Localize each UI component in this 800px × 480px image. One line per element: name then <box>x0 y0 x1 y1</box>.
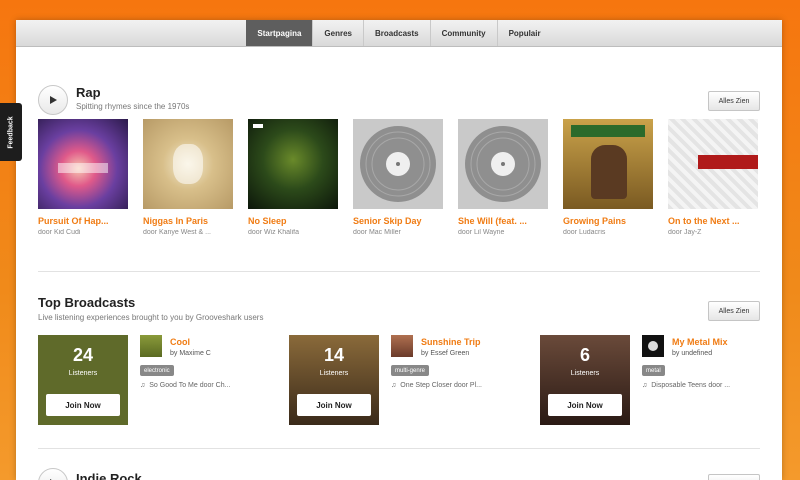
join-now-button[interactable]: Join Now <box>46 394 120 416</box>
tab-populair[interactable]: Populair <box>496 20 552 46</box>
album-artist[interactable]: door Kid Cudi <box>38 229 128 236</box>
rap-section: Rap Spitting rhymes since the 1970s Alle… <box>38 85 760 265</box>
album-cover[interactable] <box>458 119 548 209</box>
broadcast-name[interactable]: Cool <box>170 337 190 347</box>
album-artist[interactable]: door Mac Miller <box>353 229 443 236</box>
tab-broadcasts[interactable]: Broadcasts <box>363 20 430 46</box>
play-icon <box>50 96 57 104</box>
broadcast-tile[interactable]: 14 Listeners Join Now <box>289 335 379 425</box>
album-card[interactable]: No Sleep door Wiz Khalifa <box>248 119 338 236</box>
see-all-button[interactable]: Alles Zien <box>708 91 760 111</box>
album-title[interactable]: No Sleep <box>248 216 338 226</box>
section-title: Rap <box>76 85 101 100</box>
broadcast-thumbnail[interactable] <box>642 335 664 357</box>
broadcast-owner[interactable]: by undefined <box>672 350 712 357</box>
join-now-button[interactable]: Join Now <box>548 394 622 416</box>
album-title[interactable]: Pursuit Of Hap... <box>38 216 128 226</box>
album-artist[interactable]: door Lil Wayne <box>458 229 548 236</box>
play-genre-button[interactable] <box>38 85 68 115</box>
album-cover[interactable] <box>143 119 233 209</box>
album-title[interactable]: Senior Skip Day <box>353 216 443 226</box>
album-artist[interactable]: door Jay-Z <box>668 229 758 236</box>
tab-community[interactable]: Community <box>429 20 497 46</box>
join-now-button[interactable]: Join Now <box>297 394 371 416</box>
listeners-label: Listeners <box>319 370 349 377</box>
broadcast-list: 24 Listeners Join Now Cool by Maxime C e… <box>38 335 762 425</box>
broadcast-owner[interactable]: by Essef Green <box>421 350 469 357</box>
genre-tag[interactable]: multi-genre <box>391 365 430 376</box>
album-cover[interactable] <box>563 119 653 209</box>
album-card[interactable]: She Will (feat. ... door Lil Wayne <box>458 119 548 236</box>
vinyl-placeholder-icon <box>360 126 436 202</box>
album-card[interactable]: Growing Pains door Ludacris <box>563 119 653 236</box>
album-artist[interactable]: door Ludacris <box>563 229 653 236</box>
broadcast-card[interactable]: 14 Listeners Join Now Sunshine Trip by E… <box>289 335 511 425</box>
album-card[interactable]: Pursuit Of Hap... door Kid Cudi <box>38 119 128 236</box>
album-card[interactable]: Niggas In Paris door Kanye West & ... <box>143 119 233 236</box>
listeners-label: Listeners <box>570 370 600 377</box>
broadcast-tile[interactable]: 24 Listeners Join Now <box>38 335 128 425</box>
tab-startpagina[interactable]: Startpagina <box>246 20 313 46</box>
now-playing: ♫ One Step Closer door Pl... <box>391 382 482 389</box>
vinyl-placeholder-icon <box>465 126 541 202</box>
broadcast-card[interactable]: 24 Listeners Join Now Cool by Maxime C e… <box>38 335 260 425</box>
section-subtitle: Live listening experiences brought to yo… <box>38 313 264 322</box>
broadcast-owner[interactable]: by Maxime C <box>170 350 211 357</box>
tab-genres[interactable]: Genres <box>312 20 363 46</box>
now-playing: ♫ So Good To Me door Ch... <box>140 382 230 389</box>
broadcasts-section: Top Broadcasts Live listening experience… <box>38 293 760 433</box>
feedback-tab[interactable]: Feedback <box>0 103 22 161</box>
see-all-button[interactable]: Alles Zien <box>708 301 760 321</box>
album-cover[interactable] <box>38 119 128 209</box>
top-nav: Startpagina Genres Broadcasts Community … <box>16 20 782 47</box>
section-subtitle: Spitting rhymes since the 1970s <box>76 102 190 111</box>
album-title[interactable]: On to the Next ... <box>668 216 758 226</box>
album-cover[interactable] <box>353 119 443 209</box>
now-playing-text: One Step Closer door Pl... <box>400 382 482 389</box>
broadcast-tile[interactable]: 6 Listeners Join Now <box>540 335 630 425</box>
broadcast-card[interactable]: 6 Listeners Join Now My Metal Mix by und… <box>540 335 762 425</box>
album-card[interactable]: On to the Next ... door Jay-Z <box>668 119 758 236</box>
indie-rock-section: Indie Rock <box>38 468 760 480</box>
music-note-icon: ♫ <box>642 382 648 389</box>
now-playing: ♫ Disposable Teens door ... <box>642 382 730 389</box>
broadcast-name[interactable]: Sunshine Trip <box>421 337 481 347</box>
genre-tag[interactable]: metal <box>642 365 665 376</box>
genre-tag[interactable]: electronic <box>140 365 174 376</box>
music-note-icon: ♫ <box>140 382 146 389</box>
listeners-label: Listeners <box>68 370 98 377</box>
album-list: Pursuit Of Hap... door Kid Cudi Niggas I… <box>38 119 758 236</box>
listener-count: 14 <box>323 345 345 365</box>
broadcast-name[interactable]: My Metal Mix <box>672 337 728 347</box>
album-title[interactable]: Growing Pains <box>563 216 653 226</box>
play-genre-button[interactable] <box>38 468 68 480</box>
music-note-icon: ♫ <box>391 382 397 389</box>
section-divider <box>38 448 760 449</box>
broadcast-thumbnail[interactable] <box>140 335 162 357</box>
broadcast-thumbnail[interactable] <box>391 335 413 357</box>
section-title: Top Broadcasts <box>38 295 136 310</box>
album-cover[interactable] <box>248 119 338 209</box>
see-all-button[interactable] <box>708 474 760 480</box>
now-playing-text: So Good To Me door Ch... <box>149 382 231 389</box>
main-window: Startpagina Genres Broadcasts Community … <box>16 20 782 480</box>
section-divider <box>38 271 760 272</box>
album-artist[interactable]: door Wiz Khalifa <box>248 229 338 236</box>
now-playing-text: Disposable Teens door ... <box>651 382 731 389</box>
album-artist[interactable]: door Kanye West & ... <box>143 229 233 236</box>
listener-count: 24 <box>72 345 94 365</box>
album-cover[interactable] <box>668 119 758 209</box>
section-title: Indie Rock <box>76 471 142 480</box>
listener-count: 6 <box>579 345 590 365</box>
album-title[interactable]: She Will (feat. ... <box>458 216 548 226</box>
album-card[interactable]: Senior Skip Day door Mac Miller <box>353 119 443 236</box>
feedback-label: Feedback <box>7 115 15 149</box>
album-title[interactable]: Niggas In Paris <box>143 216 233 226</box>
